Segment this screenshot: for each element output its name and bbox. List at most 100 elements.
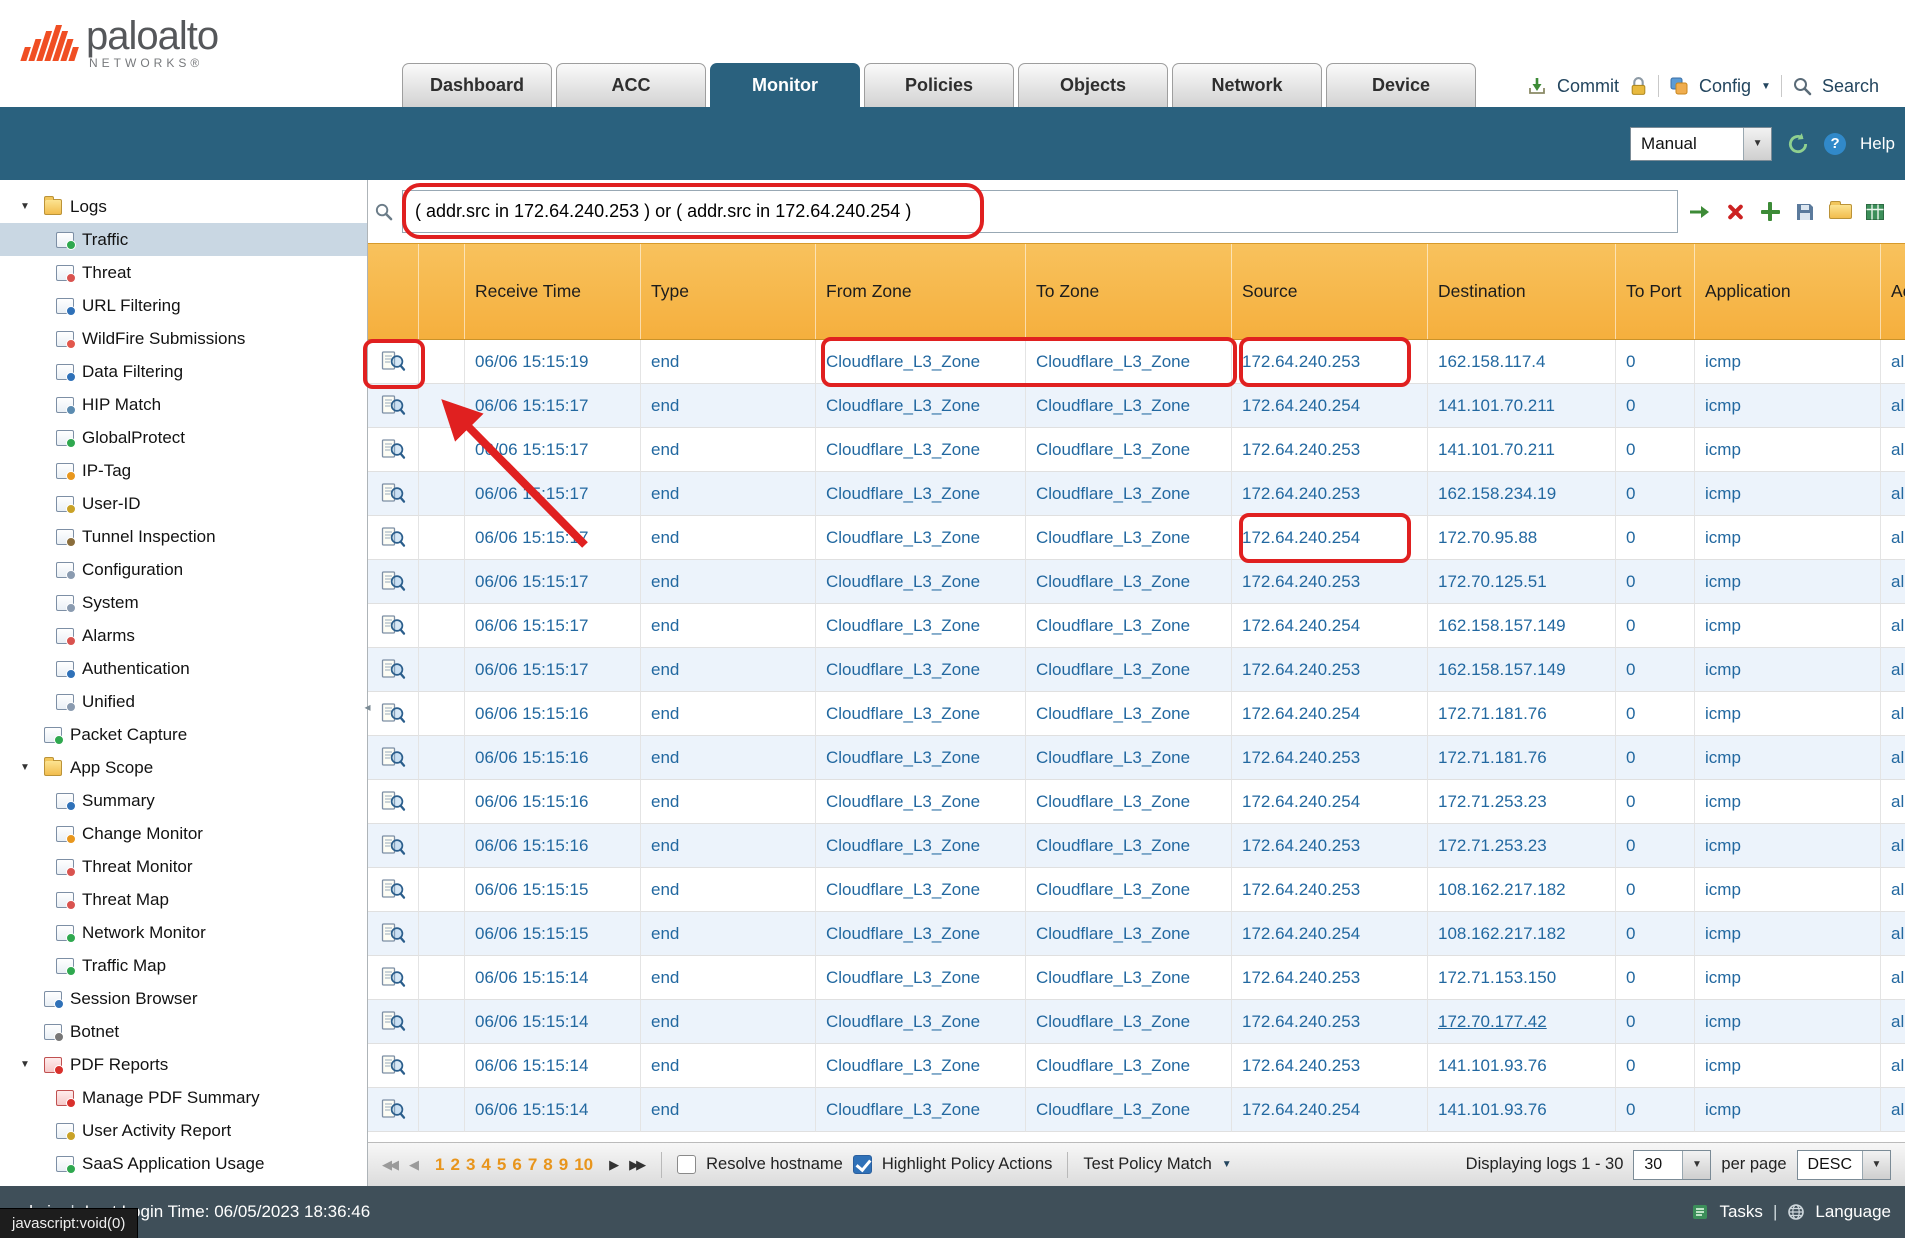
save-filter-button[interactable] xyxy=(1792,199,1818,225)
sidebar-item-data-filtering[interactable]: Data Filtering xyxy=(0,355,367,388)
column-header-to-zone[interactable]: To Zone xyxy=(1026,244,1232,339)
log-detail-icon[interactable] xyxy=(381,966,406,989)
log-detail-cell[interactable] xyxy=(368,912,419,956)
sidebar-item-alarms[interactable]: Alarms xyxy=(0,619,367,652)
tab-policies[interactable]: Policies xyxy=(864,63,1014,107)
sidebar-item-traffic-map[interactable]: Traffic Map xyxy=(0,949,367,982)
next-page-button[interactable]: ▶ xyxy=(609,1157,619,1173)
sidebar-item-threat-monitor[interactable]: Threat Monitor xyxy=(0,850,367,883)
sort-order-select[interactable]: DESC ▼ xyxy=(1797,1150,1891,1180)
commit-button[interactable]: Commit xyxy=(1557,76,1619,97)
sidebar-item-hip-match[interactable]: HIP Match xyxy=(0,388,367,421)
search-button[interactable]: Search xyxy=(1822,76,1879,97)
column-header-blank[interactable] xyxy=(419,244,465,339)
last-page-button[interactable]: ▶▶ xyxy=(629,1157,646,1173)
column-header-destination[interactable]: Destination xyxy=(1428,244,1616,339)
log-detail-cell[interactable] xyxy=(368,868,419,912)
column-header-type[interactable]: Type xyxy=(641,244,816,339)
sidebar-item-authentication[interactable]: Authentication xyxy=(0,652,367,685)
sidebar-item-user-id[interactable]: User-ID xyxy=(0,487,367,520)
tab-acc[interactable]: ACC xyxy=(556,63,706,107)
page-number-5[interactable]: 5 xyxy=(497,1155,506,1175)
log-filter-input[interactable] xyxy=(402,190,1678,233)
sidebar-item-app-scope[interactable]: ▼App Scope xyxy=(0,751,367,784)
log-detail-cell[interactable] xyxy=(368,472,419,516)
log-detail-cell[interactable] xyxy=(368,1044,419,1088)
column-header-blank[interactable] xyxy=(368,244,419,339)
sidebar-item-globalprotect[interactable]: GlobalProtect xyxy=(0,421,367,454)
tree-expander-icon[interactable]: ▼ xyxy=(20,1059,44,1070)
column-header-application[interactable]: Application xyxy=(1695,244,1881,339)
apply-filter-button[interactable] xyxy=(1687,199,1713,225)
sidebar-item-traffic[interactable]: Traffic xyxy=(0,223,367,256)
prev-page-button[interactable]: ◀ xyxy=(409,1157,419,1173)
log-detail-cell[interactable] xyxy=(368,1088,419,1132)
log-detail-icon[interactable] xyxy=(381,614,406,637)
sidebar-item-threat[interactable]: Threat xyxy=(0,256,367,289)
language-globe-icon[interactable] xyxy=(1787,1203,1805,1221)
sidebar-item-pdf-reports[interactable]: ▼PDF Reports xyxy=(0,1048,367,1081)
page-number-9[interactable]: 9 xyxy=(559,1155,568,1175)
log-detail-icon[interactable] xyxy=(381,394,406,417)
sidebar-item-botnet[interactable]: ▼Botnet xyxy=(0,1015,367,1048)
page-number-8[interactable]: 8 xyxy=(543,1155,552,1175)
sidebar-item-threat-map[interactable]: Threat Map xyxy=(0,883,367,916)
log-detail-cell[interactable] xyxy=(368,516,419,560)
log-detail-icon[interactable] xyxy=(381,1098,406,1121)
destination-cell[interactable]: 172.70.177.42 xyxy=(1428,1000,1616,1044)
page-number-2[interactable]: 2 xyxy=(450,1155,459,1175)
lock-icon[interactable] xyxy=(1629,76,1648,97)
page-number-10[interactable]: 10 xyxy=(574,1155,593,1175)
sidebar-item-saas-application-usage[interactable]: SaaS Application Usage xyxy=(0,1147,367,1180)
page-number-7[interactable]: 7 xyxy=(528,1155,537,1175)
search-icon[interactable] xyxy=(1792,76,1812,96)
log-detail-icon[interactable] xyxy=(381,438,406,461)
highlight-policy-actions-checkbox[interactable] xyxy=(853,1155,872,1174)
commit-icon[interactable] xyxy=(1527,76,1547,96)
sidebar-item-url-filtering[interactable]: URL Filtering xyxy=(0,289,367,322)
log-detail-icon[interactable] xyxy=(381,790,406,813)
per-page-select[interactable]: 30 ▼ xyxy=(1633,1150,1711,1180)
log-detail-icon[interactable] xyxy=(381,1010,406,1033)
log-detail-icon[interactable] xyxy=(381,834,406,857)
export-logs-button[interactable] xyxy=(1862,199,1888,225)
sidebar-item-system[interactable]: System xyxy=(0,586,367,619)
log-detail-icon[interactable] xyxy=(381,746,406,769)
sidebar-item-ip-tag[interactable]: IP-Tag xyxy=(0,454,367,487)
sort-order-caret-icon[interactable]: ▼ xyxy=(1862,1151,1890,1179)
help-icon[interactable]: ? xyxy=(1824,133,1846,155)
tab-network[interactable]: Network xyxy=(1172,63,1322,107)
tab-dashboard[interactable]: Dashboard xyxy=(402,63,552,107)
refresh-interval-caret-icon[interactable]: ▼ xyxy=(1743,128,1771,160)
sidebar-item-configuration[interactable]: Configuration xyxy=(0,553,367,586)
refresh-icon[interactable] xyxy=(1786,132,1810,156)
sidebar-item-user-activity-report[interactable]: User Activity Report xyxy=(0,1114,367,1147)
column-header-receive-time[interactable]: Receive Time xyxy=(465,244,641,339)
config-caret-icon[interactable]: ▼ xyxy=(1761,81,1771,92)
log-detail-cell[interactable] xyxy=(368,340,419,384)
log-detail-cell[interactable] xyxy=(368,736,419,780)
language-button[interactable]: Language xyxy=(1815,1202,1891,1222)
tree-expander-icon[interactable]: ▼ xyxy=(20,762,44,773)
test-policy-match-caret-icon[interactable]: ▼ xyxy=(1222,1159,1232,1170)
config-icon[interactable] xyxy=(1669,76,1689,96)
log-detail-icon[interactable] xyxy=(381,702,406,725)
sidebar-item-unified[interactable]: Unified xyxy=(0,685,367,718)
tree-expander-icon[interactable]: ▼ xyxy=(20,201,44,212)
config-button[interactable]: Config xyxy=(1699,76,1751,97)
sidebar-item-change-monitor[interactable]: Change Monitor xyxy=(0,817,367,850)
sidebar-item-network-monitor[interactable]: Network Monitor xyxy=(0,916,367,949)
page-number-3[interactable]: 3 xyxy=(466,1155,475,1175)
log-detail-cell[interactable] xyxy=(368,384,419,428)
log-detail-cell[interactable] xyxy=(368,560,419,604)
tasks-button[interactable]: Tasks xyxy=(1719,1202,1762,1222)
log-detail-cell[interactable] xyxy=(368,648,419,692)
tab-device[interactable]: Device xyxy=(1326,63,1476,107)
sidebar-item-logs[interactable]: ▼Logs xyxy=(0,190,367,223)
log-detail-icon[interactable] xyxy=(381,658,406,681)
log-detail-cell[interactable] xyxy=(368,692,419,736)
log-detail-cell[interactable] xyxy=(368,428,419,472)
sidebar-item-manage-pdf-summary[interactable]: Manage PDF Summary xyxy=(0,1081,367,1114)
log-detail-cell[interactable] xyxy=(368,824,419,868)
log-detail-cell[interactable] xyxy=(368,604,419,648)
